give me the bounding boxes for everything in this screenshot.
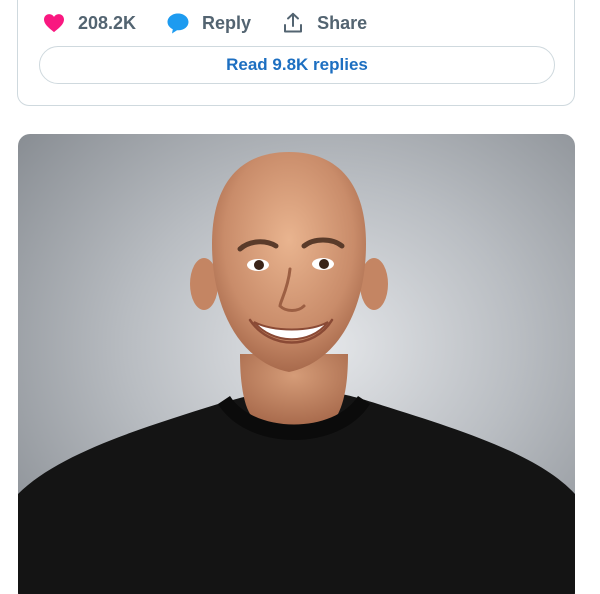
like-button[interactable]: 208.2K <box>42 11 136 35</box>
tweet-action-row: 208.2K Reply Share <box>42 10 397 36</box>
like-count: 208.2K <box>78 12 137 33</box>
reply-button[interactable]: Reply <box>166 11 251 35</box>
page: 208.2K Reply Share Read 9.8K replies <box>0 0 600 594</box>
share-label: Share <box>317 12 368 33</box>
speech-bubble-icon <box>166 11 190 35</box>
heart-icon <box>42 11 66 35</box>
share-upload-icon <box>281 11 305 35</box>
read-replies-button[interactable]: Read 9.8K replies <box>39 46 555 84</box>
share-button[interactable]: Share <box>281 11 367 35</box>
portrait-photo <box>18 134 575 594</box>
embedded-tweet-card: 208.2K Reply Share Read 9.8K replies <box>17 0 575 106</box>
reply-label: Reply <box>202 12 252 33</box>
